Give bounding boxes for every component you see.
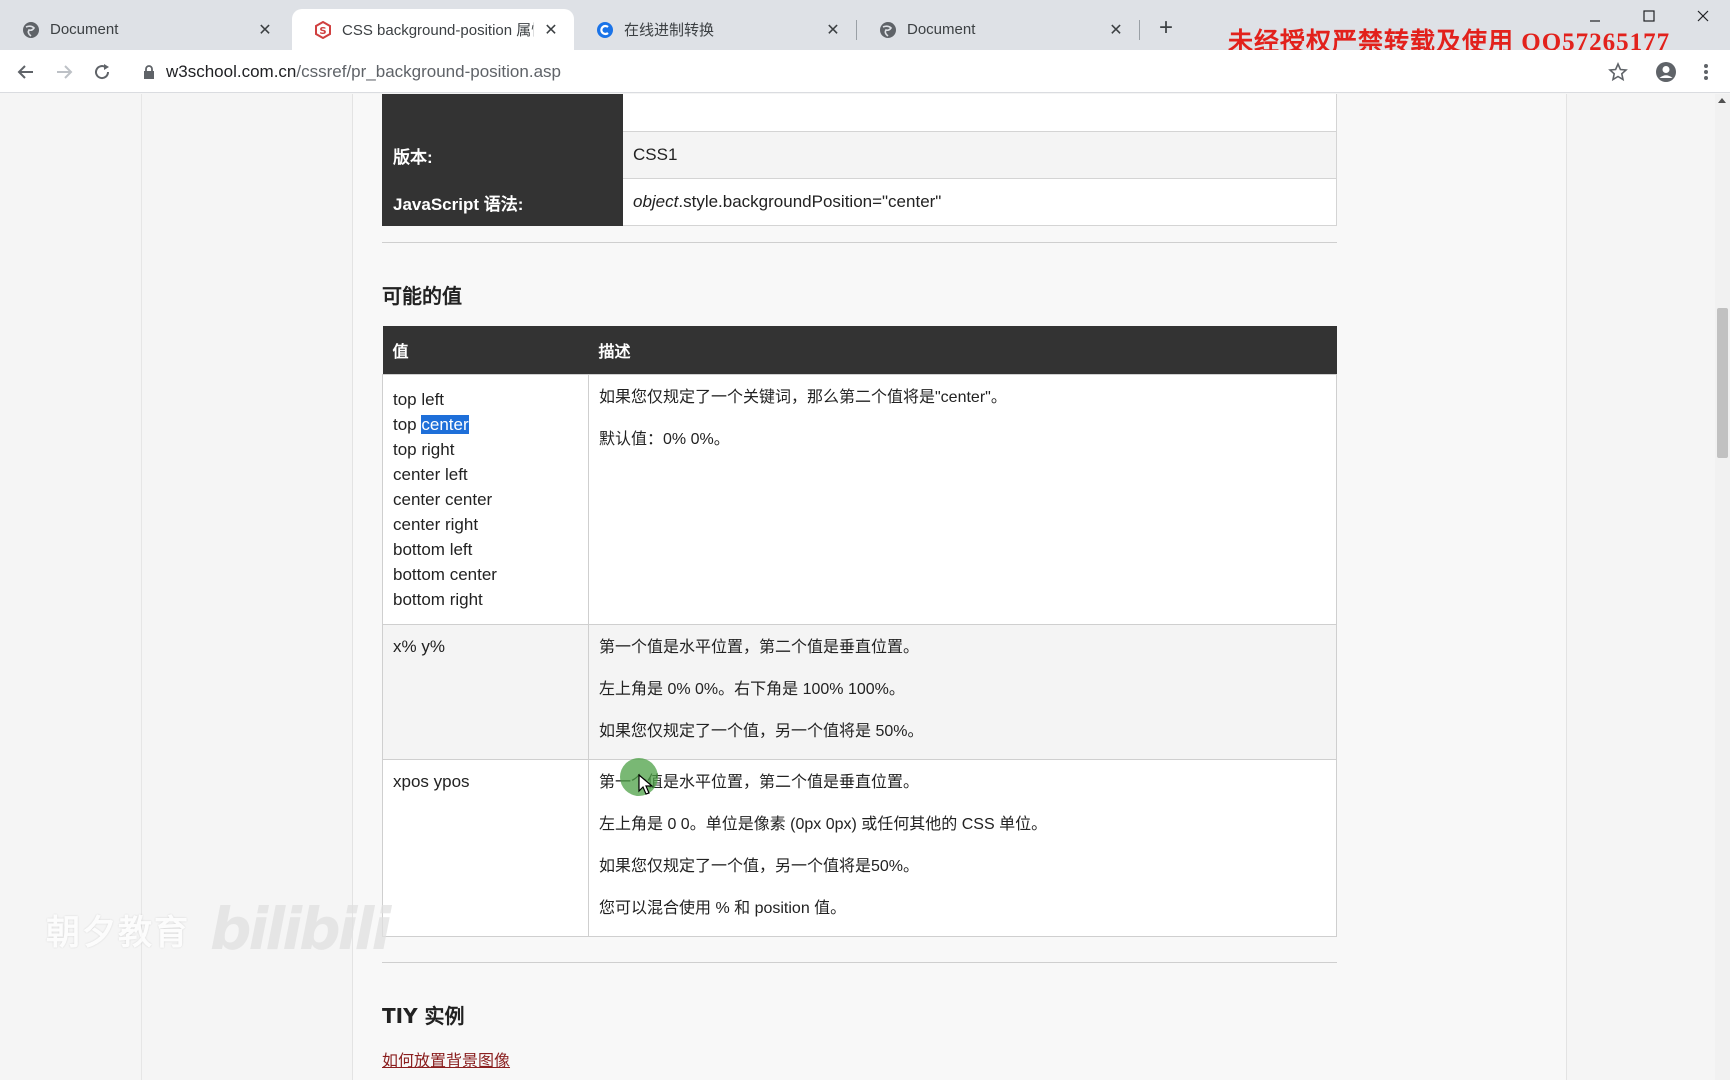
description-text: 如果您仅规定了一个关键词，那么第二个值将是"center"。 [599,388,1007,406]
url-path: /cssref/pr_background-position.asp [296,62,561,81]
table-row: top left top center top right center lef… [382,373,1337,625]
url-host: w3school.com.cn [166,62,297,81]
divider [382,962,1337,963]
url-text: w3school.com.cn/cssref/pr_background-pos… [166,62,561,82]
description-text: 如果您仅规定了一个值，另一个值将是50%。 [599,857,920,875]
keyword-text: bottom right [393,589,483,609]
divider [382,242,1337,243]
table-row: x% y% 第一个值是水平位置，第二个值是垂直位置。 左上角是 0% 0%。右下… [382,623,1337,760]
table-cell [382,94,623,132]
column-header-value: 值 [382,326,589,374]
account-icon[interactable] [1652,58,1680,86]
value-text: xpos ypos [393,771,470,791]
possible-values-table: 值 描述 top left top center top right cente… [382,326,1337,937]
keyword-text: bottom center [393,564,497,584]
tab-title: CSS background-position 属性 [342,22,534,39]
mouse-cursor-icon [620,758,658,796]
bilibili-logo-icon: bilibili [210,895,391,963]
description-text: 第一个值是水平位置，第二个值是垂直位置。 [599,638,920,656]
address-bar[interactable]: w3school.com.cn/cssref/pr_background-pos… [128,56,1608,88]
reload-icon[interactable] [88,58,116,86]
keywords-cell: top left top center top right center lef… [382,373,589,625]
value-cell: x% y% [382,623,589,760]
vertical-scrollbar[interactable] [1715,94,1730,1080]
syntax-rest: .style.backgroundPosition="center" [678,192,942,211]
version-label: 版本: [382,131,623,179]
description-text: 左上角是 0 0。单位是像素 (0px 0px) 或任何其他的 CSS 单位。 [599,815,1048,833]
back-arrow-icon[interactable] [12,58,40,86]
keyword-text: top right [393,439,455,459]
w3school-icon: S [314,20,332,39]
table-cell [622,94,1337,132]
window-close-icon[interactable] [1688,4,1718,28]
close-icon[interactable]: ✕ [1107,21,1125,39]
scrollbar-thumb[interactable] [1717,308,1728,458]
selected-text-highlight[interactable]: center [421,414,469,434]
maximize-icon[interactable] [1634,4,1664,28]
section-heading-values: 可能的值 [382,284,462,308]
brand-watermark: 朝夕教育 [46,912,190,953]
keyword-text: top center [393,412,578,437]
keyword-text: top left [393,389,445,409]
tab-title: 在线进制转换 [624,22,715,39]
javascript-syntax-label: JavaScript 语法: [382,178,623,226]
minimize-icon[interactable] [1580,4,1610,28]
description-text: 第一个值是水平位置，第二个值是垂直位置。 [599,773,920,791]
tab-title: Document [50,21,119,38]
more-menu-icon[interactable] [1692,58,1720,86]
description-cell: 第一个值是水平位置，第二个值是垂直位置。 左上角是 0% 0%。右下角是 100… [588,623,1337,760]
description-text: 默认值：0% 0%。 [599,430,730,448]
table-row: JavaScript 语法: object.style.backgroundPo… [382,178,1337,226]
keyword-text: bottom left [393,539,473,559]
tab-document-1[interactable]: Document ✕ [0,9,288,50]
lock-icon[interactable] [140,63,158,81]
close-icon[interactable]: ✕ [542,21,560,39]
tab-document-2[interactable]: Document ✕ [857,9,1139,50]
tab-online-conversion[interactable]: 在线进制转换 ✕ [574,9,856,50]
close-icon[interactable]: ✕ [256,21,274,39]
property-info-table: 版本: CSS1 JavaScript 语法: object.style.bac… [382,94,1337,226]
keyword-text: center center [393,489,493,509]
svg-text:S: S [319,26,326,37]
c-logo-icon [596,21,614,39]
keyword-top: top [393,414,417,434]
description-text: 您可以混合使用 % 和 position 值。 [599,899,847,917]
column-header-description: 描述 [588,326,1337,374]
tab-separator [1139,20,1140,40]
globe-icon [879,21,897,39]
table-header-row: 值 描述 [382,326,1337,374]
javascript-syntax-value: object.style.backgroundPosition="center" [622,178,1337,226]
value-text: x% y% [393,636,445,656]
keyword-text: center right [393,514,479,534]
close-icon[interactable]: ✕ [824,21,842,39]
description-text: 如果您仅规定了一个值，另一个值将是 50%。 [599,722,924,740]
keyword-text: center left [393,464,468,484]
syntax-object: object [633,192,679,211]
browser-toolbar: w3school.com.cn/cssref/pr_background-pos… [0,50,1730,93]
table-row: 版本: CSS1 [382,131,1337,179]
description-cell: 如果您仅规定了一个关键词，那么第二个值将是"center"。 默认值：0% 0%… [588,373,1337,625]
tab-strip: Document ✕ S CSS background-position 属性 … [0,0,1730,56]
section-heading-tiy: TIY 实例 [382,1004,465,1028]
description-cell: 第一个值是水平位置，第二个值是垂直位置。 左上角是 0 0。单位是像素 (0px… [588,758,1337,937]
tab-title: Document [907,21,976,38]
table-row: xpos ypos 第一个值是水平位置，第二个值是垂直位置。 左上角是 0 0。… [382,758,1337,937]
globe-icon [22,21,40,39]
version-value: CSS1 [622,131,1337,179]
table-row [382,94,1337,132]
scroll-up-arrow-icon[interactable] [1718,98,1726,103]
tiy-example-link[interactable]: 如何放置背景图像 [382,1047,510,1071]
bookmark-star-icon[interactable] [1604,58,1632,86]
forward-arrow-icon[interactable] [50,58,78,86]
value-cell: xpos ypos [382,758,589,937]
video-watermark: 朝夕教育 bilibili [46,895,391,963]
description-text: 左上角是 0% 0%。右下角是 100% 100%。 [599,680,905,698]
new-tab-button[interactable]: + [1153,14,1179,41]
tab-css-background-position[interactable]: S CSS background-position 属性 ✕ [292,9,574,50]
